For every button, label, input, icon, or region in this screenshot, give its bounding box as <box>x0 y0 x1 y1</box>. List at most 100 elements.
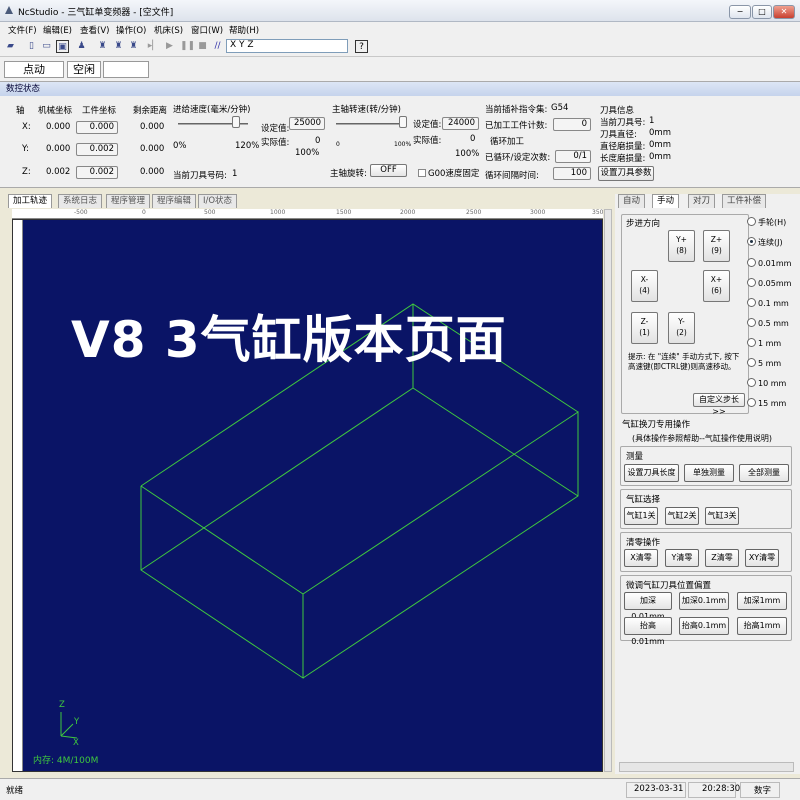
menu-machine[interactable]: 机床(S) <box>154 24 183 36</box>
loop-count-value[interactable]: 0/1 <box>555 150 591 163</box>
spindle-act-value: 0 <box>470 134 476 144</box>
play-icon[interactable]: ▶ <box>163 40 176 53</box>
radio-icon <box>747 338 756 347</box>
jog-y-minus-button[interactable]: Y- (2) <box>668 312 695 344</box>
step-handwheel[interactable]: 手轮(H) <box>747 217 786 228</box>
window-icon[interactable]: ▭ <box>40 40 53 53</box>
open-icon[interactable]: ▰ <box>4 40 17 53</box>
g00-checkbox[interactable]: G00速度固定 <box>418 167 479 179</box>
jog-x-minus-button[interactable]: X- (4) <box>631 270 658 302</box>
radio-icon <box>747 358 756 367</box>
interval-value[interactable]: 100 <box>553 167 591 180</box>
step-0-1[interactable]: 0.1 mm <box>747 298 789 308</box>
work-header: 工件坐标 <box>82 106 117 116</box>
spindle-slider[interactable] <box>336 123 406 125</box>
spindle-slider-thumb[interactable] <box>399 116 407 128</box>
step-0-5[interactable]: 0.5 mm <box>747 318 789 328</box>
feed-slider-thumb[interactable] <box>232 116 240 128</box>
single-measure-button[interactable]: 单独测量 <box>684 464 734 482</box>
raise-0-01-button[interactable]: 抬高0.01mm <box>624 617 672 646</box>
spindle-off-button[interactable]: OFF <box>370 164 407 177</box>
toolinfo-dia-label: 刀具直径: <box>600 130 637 140</box>
jog-z-minus-label: Z- <box>640 317 649 326</box>
step-0-05[interactable]: 0.05mm <box>747 278 791 288</box>
y-zero-button[interactable]: Y清零 <box>665 549 699 567</box>
menu-operate[interactable]: 操作(O) <box>116 24 146 36</box>
axis-y-work[interactable]: 0.002 <box>76 143 118 156</box>
step-0-01[interactable]: 0.01mm <box>747 258 791 268</box>
feed-act-value: 0 <box>315 136 321 146</box>
jog-x-plus-key: (6) <box>711 286 722 295</box>
menu-file[interactable]: 文件(F) <box>8 24 37 36</box>
step-15[interactable]: 15 mm <box>747 398 786 408</box>
feed-set-value[interactable]: 25000 <box>289 117 325 130</box>
menu-view[interactable]: 查看(V) <box>80 24 109 36</box>
trajectory-view[interactable]: Z Y X 内存: 4M/100M V8 3气缸版本页面 <box>12 219 603 772</box>
radio-icon <box>747 298 756 307</box>
pause-icon[interactable]: ❚❚ <box>180 40 195 53</box>
jog-title: 步进方向 <box>626 219 661 229</box>
z-zero-button[interactable]: Z清零 <box>705 549 739 567</box>
axis-x-work[interactable]: 0.000 <box>76 121 118 134</box>
jog-x-minus-label: X- <box>640 275 649 284</box>
deepen-0-01-button[interactable]: 加深0.01mm <box>624 592 672 621</box>
jog-y-plus-button[interactable]: Y+ (8) <box>668 230 695 262</box>
spindle-set-value[interactable]: 24000 <box>442 117 479 130</box>
minimize-button[interactable]: − <box>729 5 751 19</box>
custom-step-button[interactable]: 自定义步长>> <box>693 393 745 416</box>
menu-edit[interactable]: 编辑(E) <box>43 24 72 36</box>
tab-work-comp[interactable]: 工件补偿 <box>722 194 767 208</box>
jog-z-plus-button[interactable]: Z+ (9) <box>703 230 730 262</box>
x-zero-button[interactable]: X清零 <box>624 549 658 567</box>
coordinate-input[interactable]: X Y Z <box>226 39 348 53</box>
jog-z-minus-button[interactable]: Z- (1) <box>631 312 658 344</box>
title-bar: NcStudio - 三气缸单变频器 - [空文件] − □ ✕ <box>0 0 800 22</box>
set-tool-params-button[interactable]: 设置刀具参数 <box>598 166 654 181</box>
maximize-button[interactable]: □ <box>752 5 772 19</box>
tab-editor[interactable]: 程序编辑 <box>152 194 197 208</box>
all-measure-button[interactable]: 全部测量 <box>739 464 789 482</box>
tab-trajectory[interactable]: 加工轨迹 <box>8 194 53 208</box>
stop-icon[interactable]: ■ <box>196 40 209 53</box>
view-scrollbar[interactable] <box>604 209 612 772</box>
step-play-icon[interactable]: ▸▏ <box>147 40 160 53</box>
tab-tool-set[interactable]: 对刀 <box>688 194 716 208</box>
machine3-icon[interactable]: ♜ <box>127 40 140 53</box>
tab-manual[interactable]: 手动 <box>652 194 680 208</box>
jog-x-plus-button[interactable]: X+ (6) <box>703 270 730 302</box>
tab-log[interactable]: 系统日志 <box>58 194 103 208</box>
cylinder3-button[interactable]: 气缸3关 <box>705 507 739 525</box>
cylinder1-button[interactable]: 气缸1关 <box>624 507 658 525</box>
tool-icon[interactable]: ♟ <box>75 40 88 53</box>
cylinder2-button[interactable]: 气缸2关 <box>665 507 699 525</box>
raise-1-button[interactable]: 抬高1mm <box>737 617 787 635</box>
tab-io[interactable]: I/O状态 <box>198 194 238 208</box>
right-panel-scrollbar[interactable] <box>619 762 794 772</box>
tab-auto[interactable]: 自动 <box>618 194 646 208</box>
menu-help[interactable]: 帮助(H) <box>229 24 259 36</box>
axis-z-work[interactable]: 0.002 <box>76 166 118 179</box>
deepen-1-button[interactable]: 加深1mm <box>737 592 787 610</box>
step-1[interactable]: 1 mm <box>747 338 781 348</box>
count-value[interactable]: 0 <box>553 118 591 131</box>
jog-y-minus-key: (2) <box>676 328 687 337</box>
step-10[interactable]: 10 mm <box>747 378 786 388</box>
xy-zero-button[interactable]: XY清零 <box>745 549 779 567</box>
machine-icon[interactable]: ♜ <box>96 40 109 53</box>
page-icon[interactable]: ▯ <box>25 40 38 53</box>
jog-y-plus-key: (8) <box>676 246 687 255</box>
menu-window[interactable]: 窗口(W) <box>191 24 223 36</box>
help-icon[interactable]: ? <box>355 40 368 53</box>
raise-0-1-button[interactable]: 抬高0.1mm <box>679 617 729 635</box>
tab-program[interactable]: 程序管理 <box>106 194 151 208</box>
monitor-icon[interactable]: ▣ <box>56 40 69 53</box>
set-tool-length-button[interactable]: 设置刀具长度 <box>624 464 679 482</box>
slash-icon[interactable]: // <box>211 40 224 53</box>
step-5[interactable]: 5 mm <box>747 358 781 368</box>
machine2-icon[interactable]: ♜ <box>112 40 125 53</box>
close-button[interactable]: ✕ <box>773 5 795 19</box>
radio-icon <box>747 258 756 267</box>
deepen-0-1-button[interactable]: 加深0.1mm <box>679 592 729 610</box>
feed-title: 进给速度(毫米/分钟) <box>173 105 251 115</box>
step-continuous[interactable]: 连续(J) <box>747 237 783 248</box>
